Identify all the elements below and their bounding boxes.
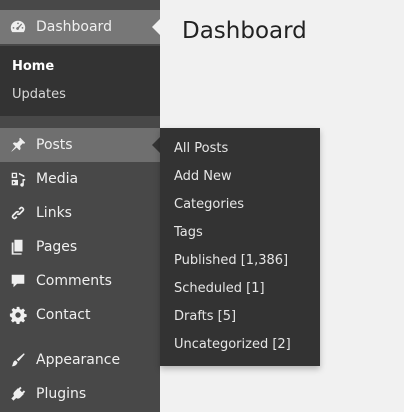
menu-item-media[interactable]: Media	[0, 162, 160, 196]
media-icon	[8, 169, 28, 189]
flyout-item-drafts[interactable]: Drafts [5]	[174, 309, 236, 324]
dashboard-icon	[8, 17, 28, 37]
flyout-item-all-posts[interactable]: All Posts	[174, 141, 228, 156]
menu-item-label: Posts	[36, 137, 73, 153]
menu-item-label: Links	[36, 205, 72, 221]
flyout-item-uncategorized[interactable]: Uncategorized [2]	[174, 337, 291, 352]
comment-icon	[8, 271, 28, 291]
menu-item-plugins[interactable]: Plugins	[0, 377, 160, 411]
menu-item-label: Dashboard	[36, 19, 112, 35]
menu-item-label: Plugins	[36, 386, 87, 402]
submenu-item-home[interactable]: Home	[12, 59, 54, 74]
menu-item-contact[interactable]: Contact	[0, 298, 160, 332]
menu-item-label: Appearance	[36, 352, 121, 368]
menu-item-pages[interactable]: Pages	[0, 230, 160, 264]
admin-sidebar: Dashboard Home Updates Posts Media Links…	[0, 0, 160, 412]
flyout-item-scheduled[interactable]: Scheduled [1]	[174, 281, 265, 296]
menu-item-label: Comments	[36, 273, 112, 289]
menu-item-appearance[interactable]: Appearance	[0, 343, 160, 377]
flyout-item-categories[interactable]: Categories	[174, 197, 244, 212]
pin-icon	[8, 135, 28, 155]
menu-item-dashboard[interactable]: Dashboard	[0, 10, 160, 44]
link-icon	[8, 203, 28, 223]
menu-item-comments[interactable]: Comments	[0, 264, 160, 298]
brush-icon	[8, 350, 28, 370]
plug-icon	[8, 384, 28, 404]
menu-item-label: Pages	[36, 239, 78, 255]
menu-item-posts[interactable]: Posts	[0, 128, 160, 162]
flyout-item-add-new[interactable]: Add New	[174, 169, 232, 184]
page-title: Dashboard	[182, 18, 307, 44]
posts-flyout-menu: All Posts Add New Categories Tags Publis…	[160, 128, 320, 366]
pages-icon	[8, 237, 28, 257]
menu-item-label: Contact	[36, 307, 91, 323]
menu-item-links[interactable]: Links	[0, 196, 160, 230]
flyout-indicator	[152, 137, 160, 153]
submenu-item-updates[interactable]: Updates	[12, 87, 66, 102]
flyout-item-tags[interactable]: Tags	[174, 225, 203, 240]
menu-item-label: Media	[36, 171, 79, 187]
flyout-item-published[interactable]: Published [1,386]	[174, 253, 288, 268]
gear-icon	[8, 305, 28, 325]
dashboard-submenu: Home Updates	[0, 46, 160, 116]
active-indicator	[152, 19, 160, 35]
